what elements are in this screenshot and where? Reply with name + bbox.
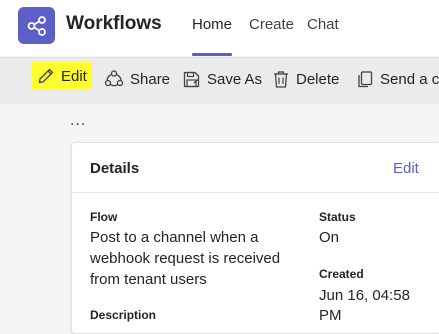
share-button[interactable]: Share [104, 63, 170, 95]
more-options-icon[interactable]: ... [70, 112, 86, 130]
details-edit-link[interactable]: Edit [393, 160, 419, 177]
details-title: Details [90, 160, 140, 177]
edit-button[interactable]: Edit [31, 62, 92, 90]
tab-home[interactable]: Home [192, 16, 232, 33]
save-as-icon [182, 70, 201, 89]
flow-value-line-2: webhook request is received [90, 250, 281, 267]
card-divider [72, 192, 439, 193]
save-as-button-label: Save As [207, 70, 263, 88]
app-header: Workflows Home Create Chat [0, 0, 439, 56]
tab-create[interactable]: Create [249, 16, 294, 33]
copy-icon [356, 70, 374, 89]
status-label: Status [319, 210, 356, 224]
active-tab-indicator [192, 53, 232, 56]
flow-label: Flow [90, 210, 118, 224]
app-title: Workflows [66, 13, 162, 34]
details-card: Details Edit Flow Post to a channel when… [71, 142, 439, 334]
send-copy-button[interactable]: Send a co [356, 63, 439, 95]
share-button-label: Share [130, 70, 171, 88]
flow-value-line-3: from tenant users [90, 271, 207, 288]
save-as-button[interactable]: Save As [182, 63, 262, 95]
flow-value-line-1: Post to a channel when a [90, 229, 259, 246]
delete-button[interactable]: Delete [272, 63, 339, 95]
created-label: Created [319, 267, 364, 281]
send-copy-button-label: Send a co [380, 70, 439, 88]
created-value-line-1: Jun 16, 04:58 [319, 287, 410, 304]
workflow-share-icon[interactable] [18, 7, 55, 44]
edit-button-label: Edit [61, 67, 87, 85]
tab-chat[interactable]: Chat [307, 16, 339, 33]
description-label: Description [90, 308, 157, 322]
share-icon [104, 69, 124, 89]
created-value-line-2: PM [319, 307, 342, 324]
trash-icon [272, 70, 290, 89]
pencil-icon [37, 67, 55, 85]
delete-button-label: Delete [296, 70, 340, 88]
status-value: On [319, 229, 340, 246]
